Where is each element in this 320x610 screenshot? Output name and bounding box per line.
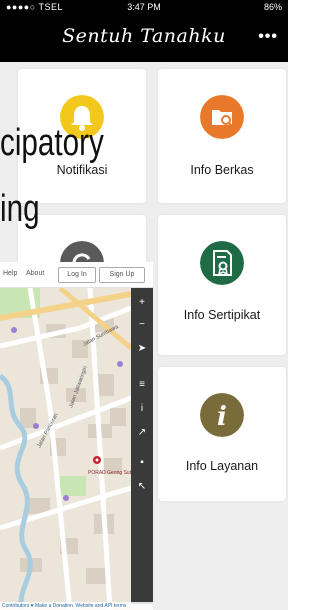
- certificate-icon: [200, 241, 244, 285]
- zoom-out-button[interactable]: −: [134, 316, 150, 334]
- app-header: Sentuh Tanahku •••: [0, 14, 288, 62]
- poi-icon: [33, 423, 39, 429]
- map-attribution[interactable]: Contributors ♥ Make a Donation. Website …: [0, 602, 153, 610]
- svg-text:i: i: [217, 402, 227, 432]
- info-layanan-label: Info Layanan: [185, 459, 259, 473]
- query-icon[interactable]: ↖: [134, 478, 150, 496]
- zoom-in-button[interactable]: +: [134, 294, 150, 312]
- map-inset[interactable]: Help About Log In Sign Up Jalan Jatiwari…: [0, 262, 153, 610]
- map-toolbar: + − ➤ ≡ i ↗ ▪ ↖: [131, 288, 153, 604]
- map-info-icon[interactable]: i: [134, 400, 150, 418]
- map-marker-dot: [95, 458, 99, 462]
- app-title: Sentuh Tanahku: [62, 25, 226, 47]
- more-menu-button[interactable]: •••: [258, 28, 278, 46]
- folder-icon: [200, 95, 244, 139]
- share-icon[interactable]: ↗: [134, 424, 150, 442]
- poi-icon: [11, 327, 17, 333]
- locate-icon[interactable]: ➤: [134, 340, 150, 358]
- layers-icon[interactable]: ≡: [134, 376, 150, 394]
- info-icon: i: [200, 393, 244, 437]
- battery-percent: 86%: [263, 2, 282, 12]
- overlay-text-line-2: ing: [0, 188, 40, 230]
- notifikasi-label: Notifikasi: [56, 163, 108, 177]
- status-bar: ●●●●○ TSEL 3:47 PM 86%: [0, 0, 288, 14]
- info-sertipikat-label: Info Sertipikat: [183, 308, 261, 322]
- park-area: [60, 476, 86, 496]
- poi-icon: [63, 495, 69, 501]
- note-icon[interactable]: ▪: [134, 454, 150, 472]
- map-topbar: Help About Log In Sign Up: [0, 262, 153, 288]
- info-berkas-label: Info Berkas: [190, 163, 254, 177]
- signup-button[interactable]: Sign Up: [99, 267, 145, 283]
- help-link[interactable]: Help: [3, 270, 17, 277]
- battery-indicator: 86%: [264, 0, 282, 14]
- poi-icon: [117, 361, 123, 367]
- info-sertipikat-card[interactable]: Info Sertipikat: [158, 215, 286, 355]
- about-link[interactable]: About: [26, 270, 44, 277]
- info-berkas-card[interactable]: Info Berkas: [158, 69, 286, 203]
- info-layanan-card[interactable]: i Info Layanan: [158, 367, 286, 501]
- status-time: 3:47 PM: [127, 2, 161, 12]
- login-button[interactable]: Log In: [58, 267, 96, 283]
- overlay-text-line-1: cipatory: [0, 122, 104, 164]
